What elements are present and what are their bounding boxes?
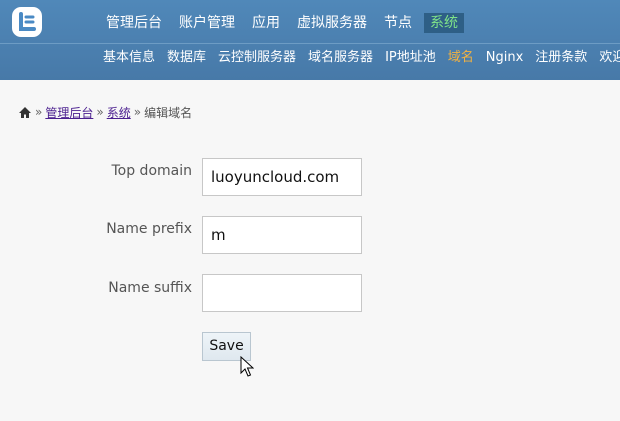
- sub-nav-welcome[interactable]: 欢迎新: [599, 47, 620, 69]
- main-nav-apps[interactable]: 应用: [244, 10, 289, 36]
- main-nav-nodes[interactable]: 节点: [376, 10, 421, 36]
- main-nav-system[interactable]: 系统: [424, 13, 464, 33]
- breadcrumb-separator: »: [133, 105, 142, 119]
- main-nav: 管理后台 账户管理 应用 虚拟服务器 节点 系统: [98, 10, 464, 36]
- sub-nav-cloud-control-servers[interactable]: 云控制服务器: [218, 47, 296, 69]
- breadcrumb-current: 编辑域名: [144, 105, 193, 120]
- breadcrumb-separator: »: [96, 105, 104, 119]
- mouse-cursor-icon: [240, 356, 254, 377]
- breadcrumb-separator: »: [35, 105, 43, 119]
- sub-nav-basic-info[interactable]: 基本信息: [103, 47, 155, 69]
- sub-nav-database[interactable]: 数据库: [167, 47, 206, 69]
- home-icon[interactable]: [18, 106, 32, 119]
- sub-nav-dns-servers[interactable]: 域名服务器: [308, 47, 373, 69]
- sub-nav-domains[interactable]: 域名: [448, 47, 474, 69]
- sub-nav-ip-pool[interactable]: IP地址池: [385, 47, 436, 69]
- main-nav-admin[interactable]: 管理后台: [98, 10, 171, 36]
- nav-divider: [0, 43, 620, 44]
- sub-nav-nginx[interactable]: Nginx: [486, 47, 524, 69]
- main-nav-accounts[interactable]: 账户管理: [171, 10, 244, 36]
- sub-nav-terms[interactable]: 注册条款: [535, 47, 587, 69]
- top-bar: 管理后台 账户管理 应用 虚拟服务器 节点 系统 基本信息 数据库 云控制服务器…: [0, 0, 620, 80]
- breadcrumb-link-system[interactable]: 系统: [107, 104, 131, 121]
- top-domain-label: Top domain: [111, 163, 192, 179]
- name-prefix-label: Name prefix: [106, 221, 192, 237]
- main-nav-virtual-servers[interactable]: 虚拟服务器: [289, 10, 376, 36]
- app-logo-icon[interactable]: [12, 7, 42, 37]
- name-suffix-label: Name suffix: [108, 280, 192, 296]
- name-suffix-field[interactable]: [202, 274, 362, 312]
- breadcrumb-link-admin[interactable]: 管理后台: [45, 104, 93, 121]
- top-domain-field[interactable]: luoyuncloud.com: [202, 158, 362, 196]
- breadcrumb: » 管理后台 » 系统 » 编辑域名: [18, 103, 192, 121]
- sub-nav: 基本信息 数据库 云控制服务器 域名服务器 IP地址池 域名 Nginx 注册条…: [103, 47, 620, 69]
- name-prefix-field[interactable]: m: [202, 216, 362, 254]
